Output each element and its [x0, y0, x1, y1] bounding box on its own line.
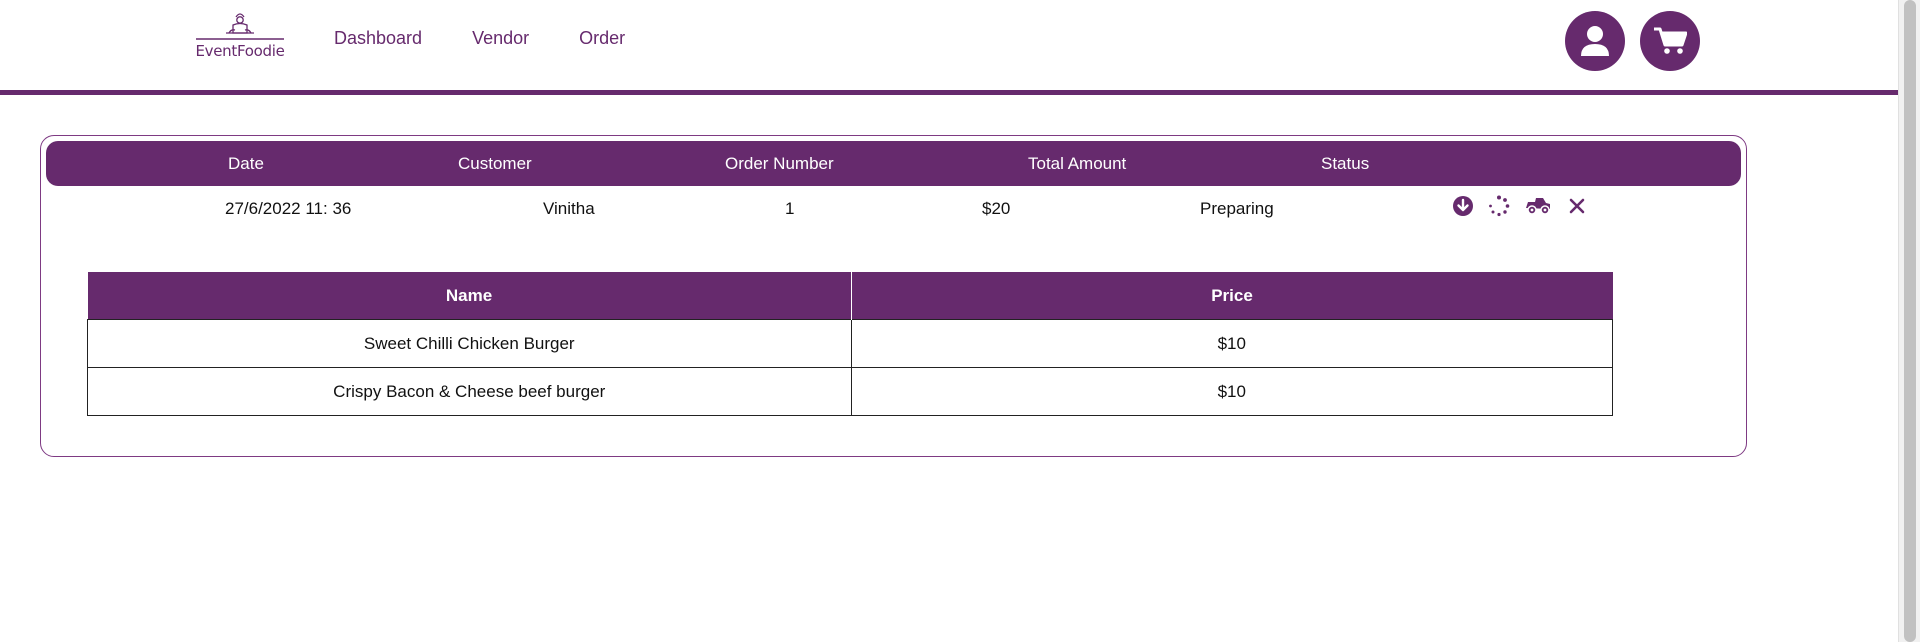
- arrow-circle-down-icon: [1453, 196, 1473, 216]
- table-row: Crispy Bacon & Cheese beef burger $10: [87, 367, 1613, 416]
- column-date: Date: [228, 154, 264, 173]
- items-column-name: Name: [87, 272, 852, 320]
- brand-logo[interactable]: EventFoodie: [193, 12, 287, 62]
- deliver-button[interactable]: [1523, 194, 1553, 218]
- main-nav: Dashboard Vendor Order: [334, 28, 675, 49]
- scrollbar-thumb[interactable]: [1904, 0, 1916, 642]
- close-icon: [1569, 198, 1585, 214]
- profile-button[interactable]: [1565, 11, 1625, 71]
- order-status: Preparing: [1200, 199, 1274, 218]
- column-status: Status: [1321, 154, 1370, 173]
- page-scrollbar[interactable]: [1898, 0, 1920, 642]
- cart-icon: [1654, 27, 1687, 54]
- page: EventFoodie Dashboard Vendor Order Date: [0, 0, 1920, 642]
- preparing-button[interactable]: [1487, 194, 1511, 218]
- delivery-truck-icon: [1526, 198, 1550, 215]
- spinner-icon: [1489, 195, 1510, 217]
- item-price: $10: [850, 367, 1613, 416]
- table-row: Sweet Chilli Chicken Burger $10: [87, 319, 1613, 368]
- nav-dashboard[interactable]: Dashboard: [334, 28, 422, 49]
- item-price: $10: [850, 319, 1613, 368]
- item-name: Crispy Bacon & Cheese beef burger: [87, 367, 852, 416]
- chef-logo-icon: [196, 13, 284, 40]
- order-header-row: Date Customer Order Number Total Amount …: [46, 141, 1741, 186]
- cart-button[interactable]: [1640, 11, 1700, 71]
- column-order-number: Order Number: [725, 154, 834, 173]
- item-name: Sweet Chilli Chicken Burger: [87, 319, 852, 368]
- order-actions: [1451, 194, 1589, 218]
- cancel-order-button[interactable]: [1565, 194, 1589, 218]
- nav-order[interactable]: Order: [579, 28, 625, 49]
- brand-name: EventFoodie: [195, 42, 285, 60]
- order-card: Date Customer Order Number Total Amount …: [40, 135, 1747, 457]
- order-items-table: Name Price Sweet Chilli Chicken Burger $…: [87, 272, 1613, 416]
- order-number: 1: [785, 199, 795, 218]
- column-total-amount: Total Amount: [1028, 154, 1127, 173]
- items-column-price: Price: [851, 272, 1613, 320]
- accept-order-button[interactable]: [1451, 194, 1475, 218]
- column-customer: Customer: [458, 154, 532, 173]
- user-icon: [1581, 26, 1609, 56]
- items-header-row: Name Price: [87, 272, 1613, 320]
- order-customer: Vinitha: [543, 199, 595, 218]
- order-date: 27/6/2022 11: 36: [225, 199, 352, 218]
- top-header: EventFoodie Dashboard Vendor Order: [0, 0, 1898, 95]
- nav-vendor[interactable]: Vendor: [472, 28, 529, 49]
- order-total-amount: $20: [982, 199, 1011, 218]
